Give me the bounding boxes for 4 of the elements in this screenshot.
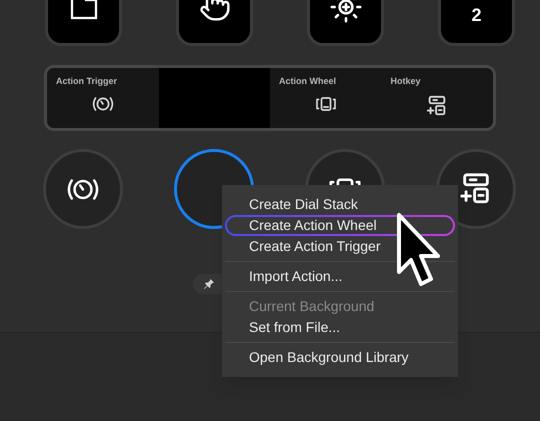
key-label: 2 <box>471 6 482 24</box>
segment-label: Action Wheel <box>279 77 336 86</box>
segment-label: Action Trigger <box>56 77 118 86</box>
segment-label: Hotkey <box>390 77 421 86</box>
